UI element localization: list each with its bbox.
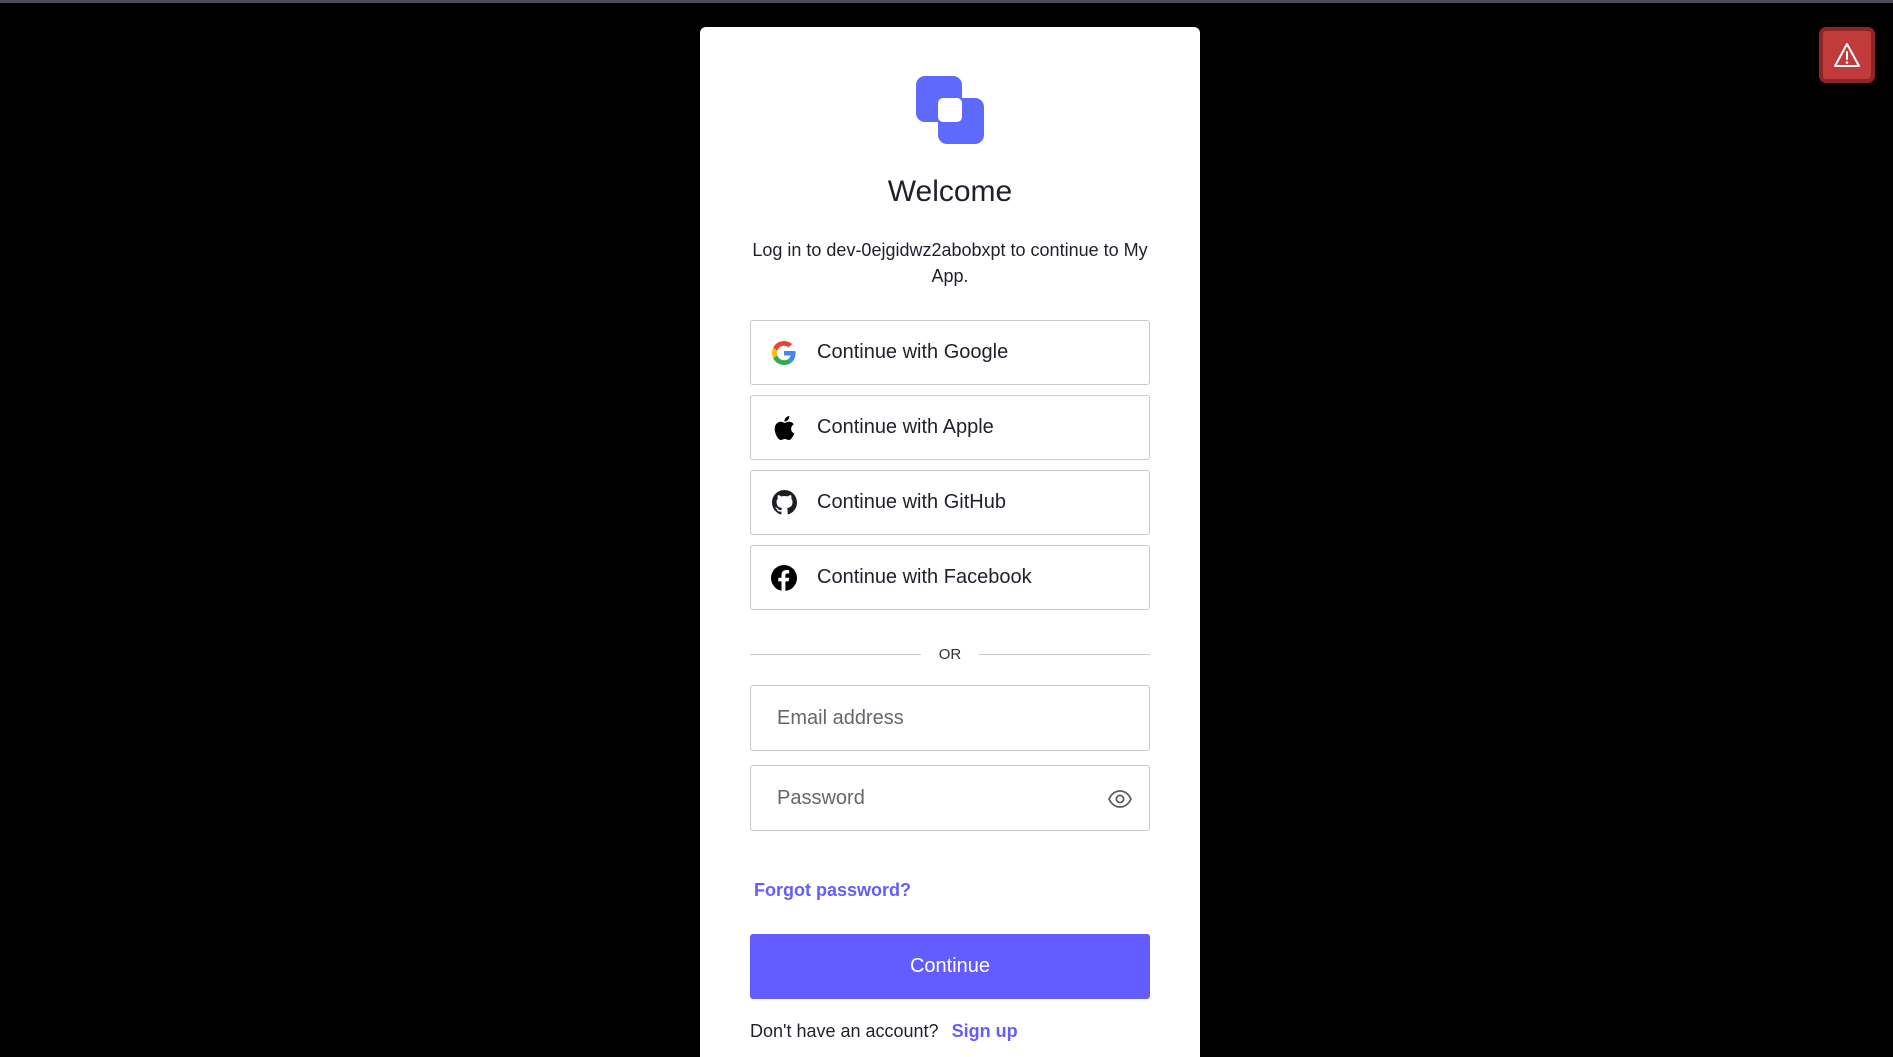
social-button-label: Continue with GitHub [817,491,1006,513]
google-icon [771,340,797,366]
forgot-password-link[interactable]: Forgot password? [754,880,911,901]
divider-text: OR [938,645,962,663]
signup-prompt: Don't have an account? [750,1021,939,1041]
divider-line [979,653,1150,655]
social-button-label: Continue with Google [817,341,1009,363]
or-divider: OR [750,644,1150,664]
eye-icon[interactable] [1107,787,1133,811]
password-input[interactable] [751,766,1149,830]
continue-button[interactable]: Continue [750,934,1150,999]
continue-with-google-button[interactable]: Continue with Google [750,320,1150,385]
login-card: Welcome Log in to dev-0ejgidwz2abobxpt t… [700,27,1200,1057]
github-icon [771,490,797,516]
password-field-container [750,765,1150,831]
email-field-container [750,685,1150,751]
facebook-icon [771,564,797,591]
email-input[interactable] [751,686,1149,750]
warning-button[interactable] [1819,27,1875,83]
warning-triangle-icon [1834,43,1860,67]
signup-row: Don't have an account? Sign up [750,1021,1018,1042]
page-title: Welcome [887,175,1013,208]
apple-icon [771,415,797,441]
continue-with-apple-button[interactable]: Continue with Apple [750,395,1150,460]
social-button-label: Continue with Apple [817,416,994,438]
app-logo [916,76,984,144]
sign-up-link[interactable]: Sign up [952,1021,1018,1041]
login-subtitle: Log in to dev-0ejgidwz2abobxpt to contin… [752,240,1148,286]
divider-line [750,653,921,655]
window-top-bar [0,0,1893,3]
continue-with-github-button[interactable]: Continue with GitHub [750,470,1150,535]
social-button-label: Continue with Facebook [817,566,1032,588]
continue-with-facebook-button[interactable]: Continue with Facebook [750,545,1150,610]
